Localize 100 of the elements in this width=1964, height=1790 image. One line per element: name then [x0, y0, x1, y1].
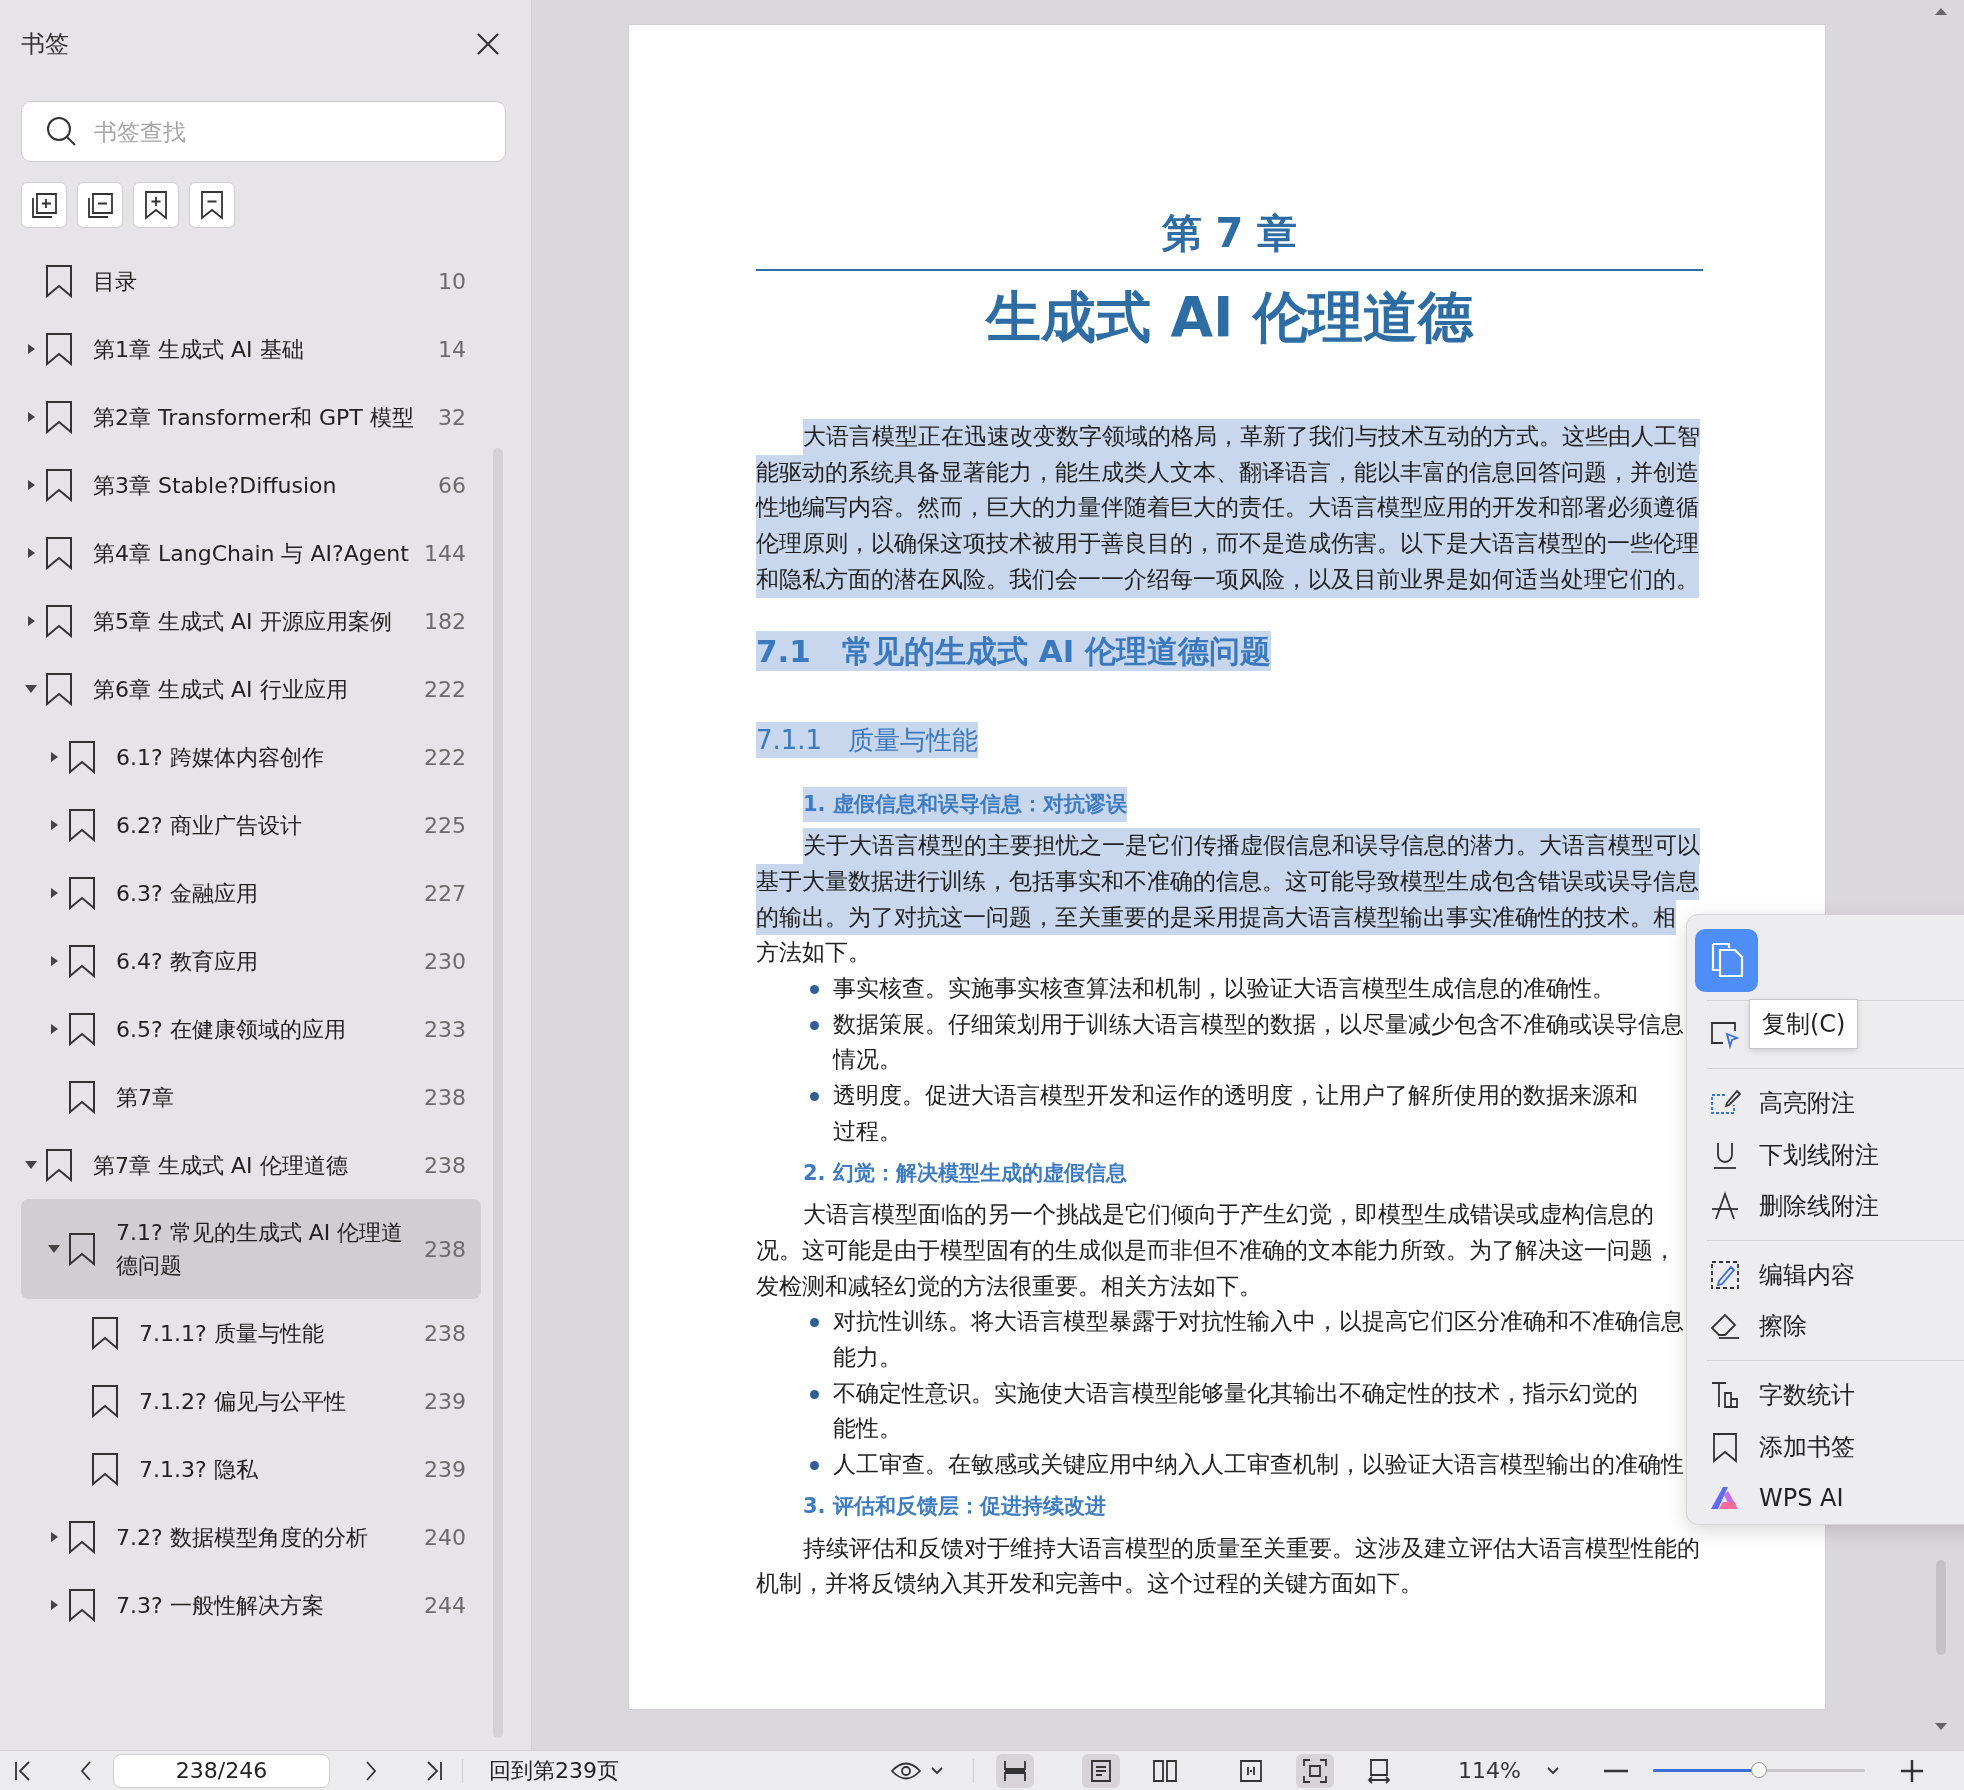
bookmark-title: 6.2? 商业广告设计	[116, 811, 303, 840]
bookmark-title: 7.2? 数据模型角度的分析	[116, 1523, 369, 1552]
bookmark-item[interactable]: 第7章 生成式 AI 伦理道德 238	[21, 1131, 481, 1199]
bookmark-item[interactable]: 第6章 生成式 AI 行业应用 222	[21, 655, 481, 723]
page-number: 32	[438, 404, 466, 430]
bullet-dot	[810, 1389, 819, 1399]
scroll-down-arrow-icon[interactable]	[1934, 1722, 1948, 1732]
slider-thumb[interactable]	[1750, 1762, 1767, 1778]
bookmark-item[interactable]: 6.3? 金融应用 227	[21, 859, 481, 927]
bookmark-icon	[45, 604, 73, 638]
minus-icon	[1603, 1768, 1628, 1773]
chapter-label: 第 7 章	[1160, 209, 1299, 257]
topic-heading: 1. 虚假信息和误导信息：对抗谬误	[803, 786, 1127, 823]
bookmark-icon	[45, 468, 73, 502]
bookmark-item[interactable]: 7.1.3? 隐私 239	[21, 1435, 481, 1503]
page-number: 14	[438, 336, 466, 362]
plus-icon	[1900, 1759, 1923, 1782]
chapter-title: 生成式 AI 伦理道德	[984, 285, 1475, 349]
view-mode-button[interactable]	[996, 1753, 1034, 1788]
bullet-text: 对抗性训练。将大语言模型暴露于对抗性输入中，以提高它们区分准确和不准确信息 能力。	[833, 1306, 1684, 1374]
bookmark-title: 第7章 生成式 AI 伦理道德	[93, 1151, 349, 1180]
page-number: 10	[438, 268, 466, 294]
bullet-dot	[810, 1092, 819, 1102]
fit-width-icon	[1239, 1758, 1263, 1783]
bookmark-item[interactable]: 6.1? 跨媒体内容创作 222	[21, 723, 481, 791]
panel-title: 书签	[21, 29, 69, 60]
bookmark-title: 6.1? 跨媒体内容创作	[116, 743, 325, 772]
search-field[interactable]: 书签查找	[21, 101, 506, 162]
menu-item[interactable]: 添加书签	[1687, 1420, 1964, 1473]
last-page-icon	[424, 1759, 444, 1782]
bullet-dot	[810, 1020, 819, 1030]
bookmark-item[interactable]: 7.1.2? 偏见与公平性 239	[21, 1367, 481, 1435]
page-number-field[interactable]: 238/246	[113, 1753, 330, 1788]
page-rotate-icon	[1366, 1757, 1392, 1784]
bookmark-item[interactable]: 第7章 238	[21, 1063, 481, 1131]
full-screen-icon	[1302, 1757, 1328, 1784]
close-icon	[475, 31, 501, 57]
bookmark-icon	[68, 944, 96, 978]
add-bookmark-button[interactable]	[133, 182, 179, 228]
caret-icon[interactable]	[931, 1766, 943, 1775]
bookmark-item[interactable]: 7.2? 数据模型角度的分析 240	[21, 1503, 481, 1571]
back-to-page-link[interactable]: 回到第239页	[489, 1755, 619, 1786]
bookmark-item[interactable]: 6.2? 商业广告设计 225	[21, 791, 481, 859]
bookmark-item[interactable]: 第4章 LangChain 与 AI?Agent 144	[21, 519, 481, 587]
section-heading: 7.1 常见的生成式 AI 伦理道德问题	[756, 630, 1272, 671]
page-number: 238	[424, 1084, 466, 1110]
menu-item[interactable]: 删除线附注	[1687, 1180, 1964, 1232]
chevron-left-icon	[79, 1759, 93, 1782]
bookmark-item[interactable]: 第5章 生成式 AI 开源应用案例 182	[21, 587, 481, 655]
bookmark-icon	[45, 536, 73, 570]
bookmark-item[interactable]: 第2章 Transformer和 GPT 模型 32	[21, 383, 481, 451]
bookmark-item[interactable]: 6.5? 在健康领域的应用 233	[21, 995, 481, 1063]
menu-item[interactable]: 高亮附注	[1687, 1077, 1964, 1129]
two-page-icon	[1152, 1758, 1178, 1783]
bookmark-icon	[68, 1012, 96, 1046]
page-number: 244	[424, 1592, 466, 1618]
bookmark-title: 第7章	[116, 1083, 175, 1112]
menu-item[interactable]: 擦除	[1687, 1300, 1964, 1353]
bookmark-icon	[68, 1080, 96, 1114]
menu-item[interactable]: 下划线附注	[1687, 1128, 1964, 1181]
page-number: 238	[424, 1320, 466, 1346]
caret-icon[interactable]	[1546, 1766, 1559, 1775]
bookmark-title: 第5章 生成式 AI 开源应用案例	[93, 607, 393, 636]
body-paragraph: 大语言模型正在迅速改变数字领域的格局，革新了我们与技术互动的方式。这些由人工智 能驱动的系统具备显著能力，能生成类人文本、翻译语言，能以丰富的信息回答问题，并创造 性地编写内容。然而，巨大的力量伴随着巨大的责任。大语言模型应用的开发和部署必须遵循 伦理原则，以确保这项技术被用于善良目的，而不是造成伤害。以下是大语言模型的一些伦理 和隐私方面的潜在风险。我们会一一介绍每一项风险，以及目前业界是如何适当处理它们的。	[756, 419, 1703, 598]
bookmark-item[interactable]: 7.3? 一般性解决方案 244	[21, 1571, 481, 1639]
page-number: 239	[424, 1388, 466, 1414]
bookmark-item[interactable]: 第3章 Stable?Diffusion 66	[21, 451, 481, 519]
bookmark-icon	[45, 672, 73, 706]
view-mode-button[interactable]	[1082, 1753, 1120, 1788]
tooltip: 复制(C)	[1749, 999, 1859, 1049]
menu-item[interactable]: 编辑内容	[1687, 1248, 1964, 1301]
subsection-heading: 7.1.1 质量与性能	[756, 721, 979, 758]
page-number: 238	[424, 1152, 466, 1178]
collapse-all-button[interactable]	[77, 182, 123, 228]
bullet-text: 数据策展。仔细策划用于训练大语言模型的数据，以尽量减少包含不准确或误导信息 情况。	[833, 1008, 1684, 1076]
bookmark-item[interactable]: 目录 10	[21, 247, 481, 315]
bullet-text: 透明度。促进大语言模型开发和运作的透明度，让用户了解所使用的数据来源和 过程。	[833, 1080, 1638, 1147]
bookmark-title: 目录	[93, 267, 138, 296]
bookmark-title: 7.1.2? 偏见与公平性	[139, 1387, 347, 1416]
menu-item[interactable]: 字数统计	[1687, 1369, 1964, 1421]
menu-item[interactable]: WPS AI	[1687, 1472, 1964, 1524]
body-paragraph: 持续评估和反馈对于维持大语言模型的质量至关重要。这涉及建立评估大语言模型性能的 机制，并将反馈纳入其开发和完善中。这个过程的关键方面如下。	[756, 1532, 1701, 1600]
close-button[interactable]	[475, 31, 501, 57]
bookmark-icon	[45, 264, 73, 298]
bookmark-item[interactable]: 7.1.1? 质量与性能 238	[21, 1299, 481, 1367]
copy-button[interactable]	[1695, 929, 1758, 992]
expand-all-button[interactable]	[21, 182, 67, 228]
bookmark-item[interactable]: 6.4? 教育应用 230	[21, 927, 481, 995]
bookmark-title: 第2章 Transformer和 GPT 模型	[93, 403, 415, 432]
bookmark-item[interactable]: 第1章 生成式 AI 基础 14	[21, 315, 481, 383]
scroll-up-arrow-icon[interactable]	[1934, 6, 1948, 16]
page-number: 144	[424, 540, 466, 566]
bookmark-icon	[68, 1588, 96, 1622]
bookmark-title: 6.5? 在健康领域的应用	[116, 1015, 347, 1044]
bookmark-icon	[91, 1384, 119, 1418]
remove-bookmark-button[interactable]	[189, 182, 235, 228]
bookmark-icon	[45, 332, 73, 366]
view-mode-button[interactable]	[1296, 1753, 1334, 1788]
first-page-icon	[13, 1759, 33, 1782]
bullet-text: 人工审查。在敏感或关键应用中纳入人工审查机制，以验证大语言模型输出的准确性	[833, 1449, 1684, 1481]
